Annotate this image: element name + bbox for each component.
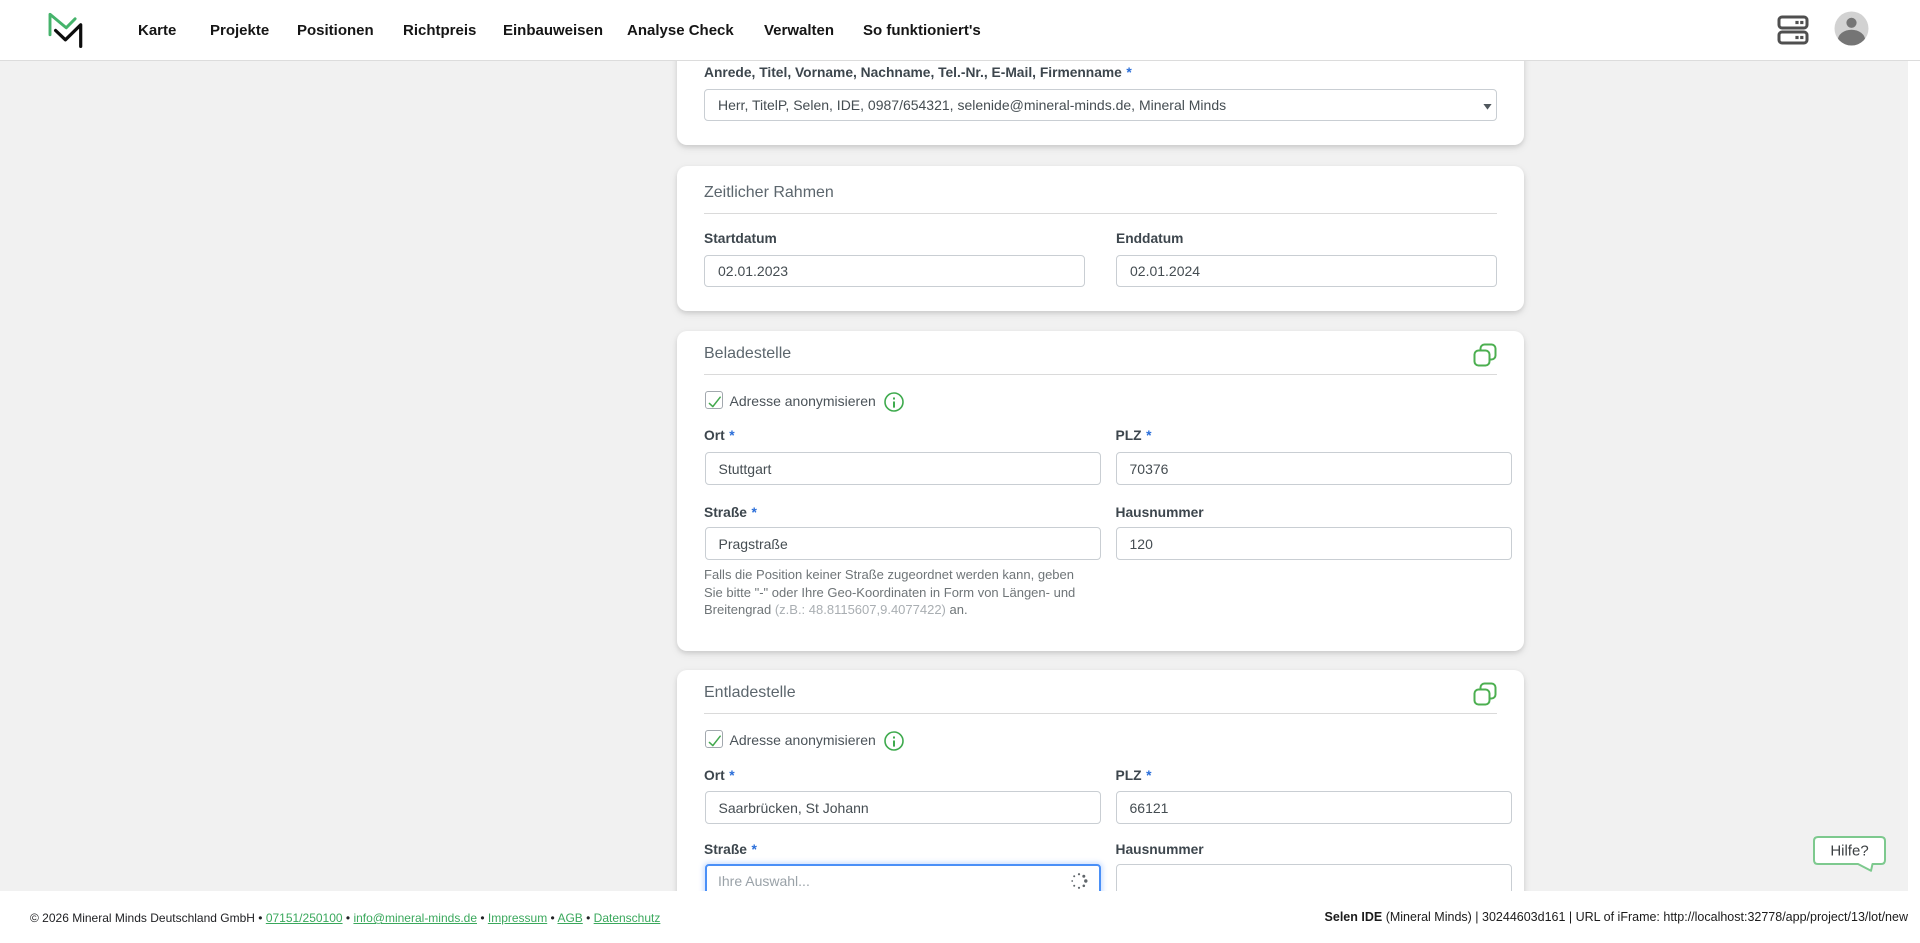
svg-text:Hilfe?: Hilfe? [1830,843,1868,860]
